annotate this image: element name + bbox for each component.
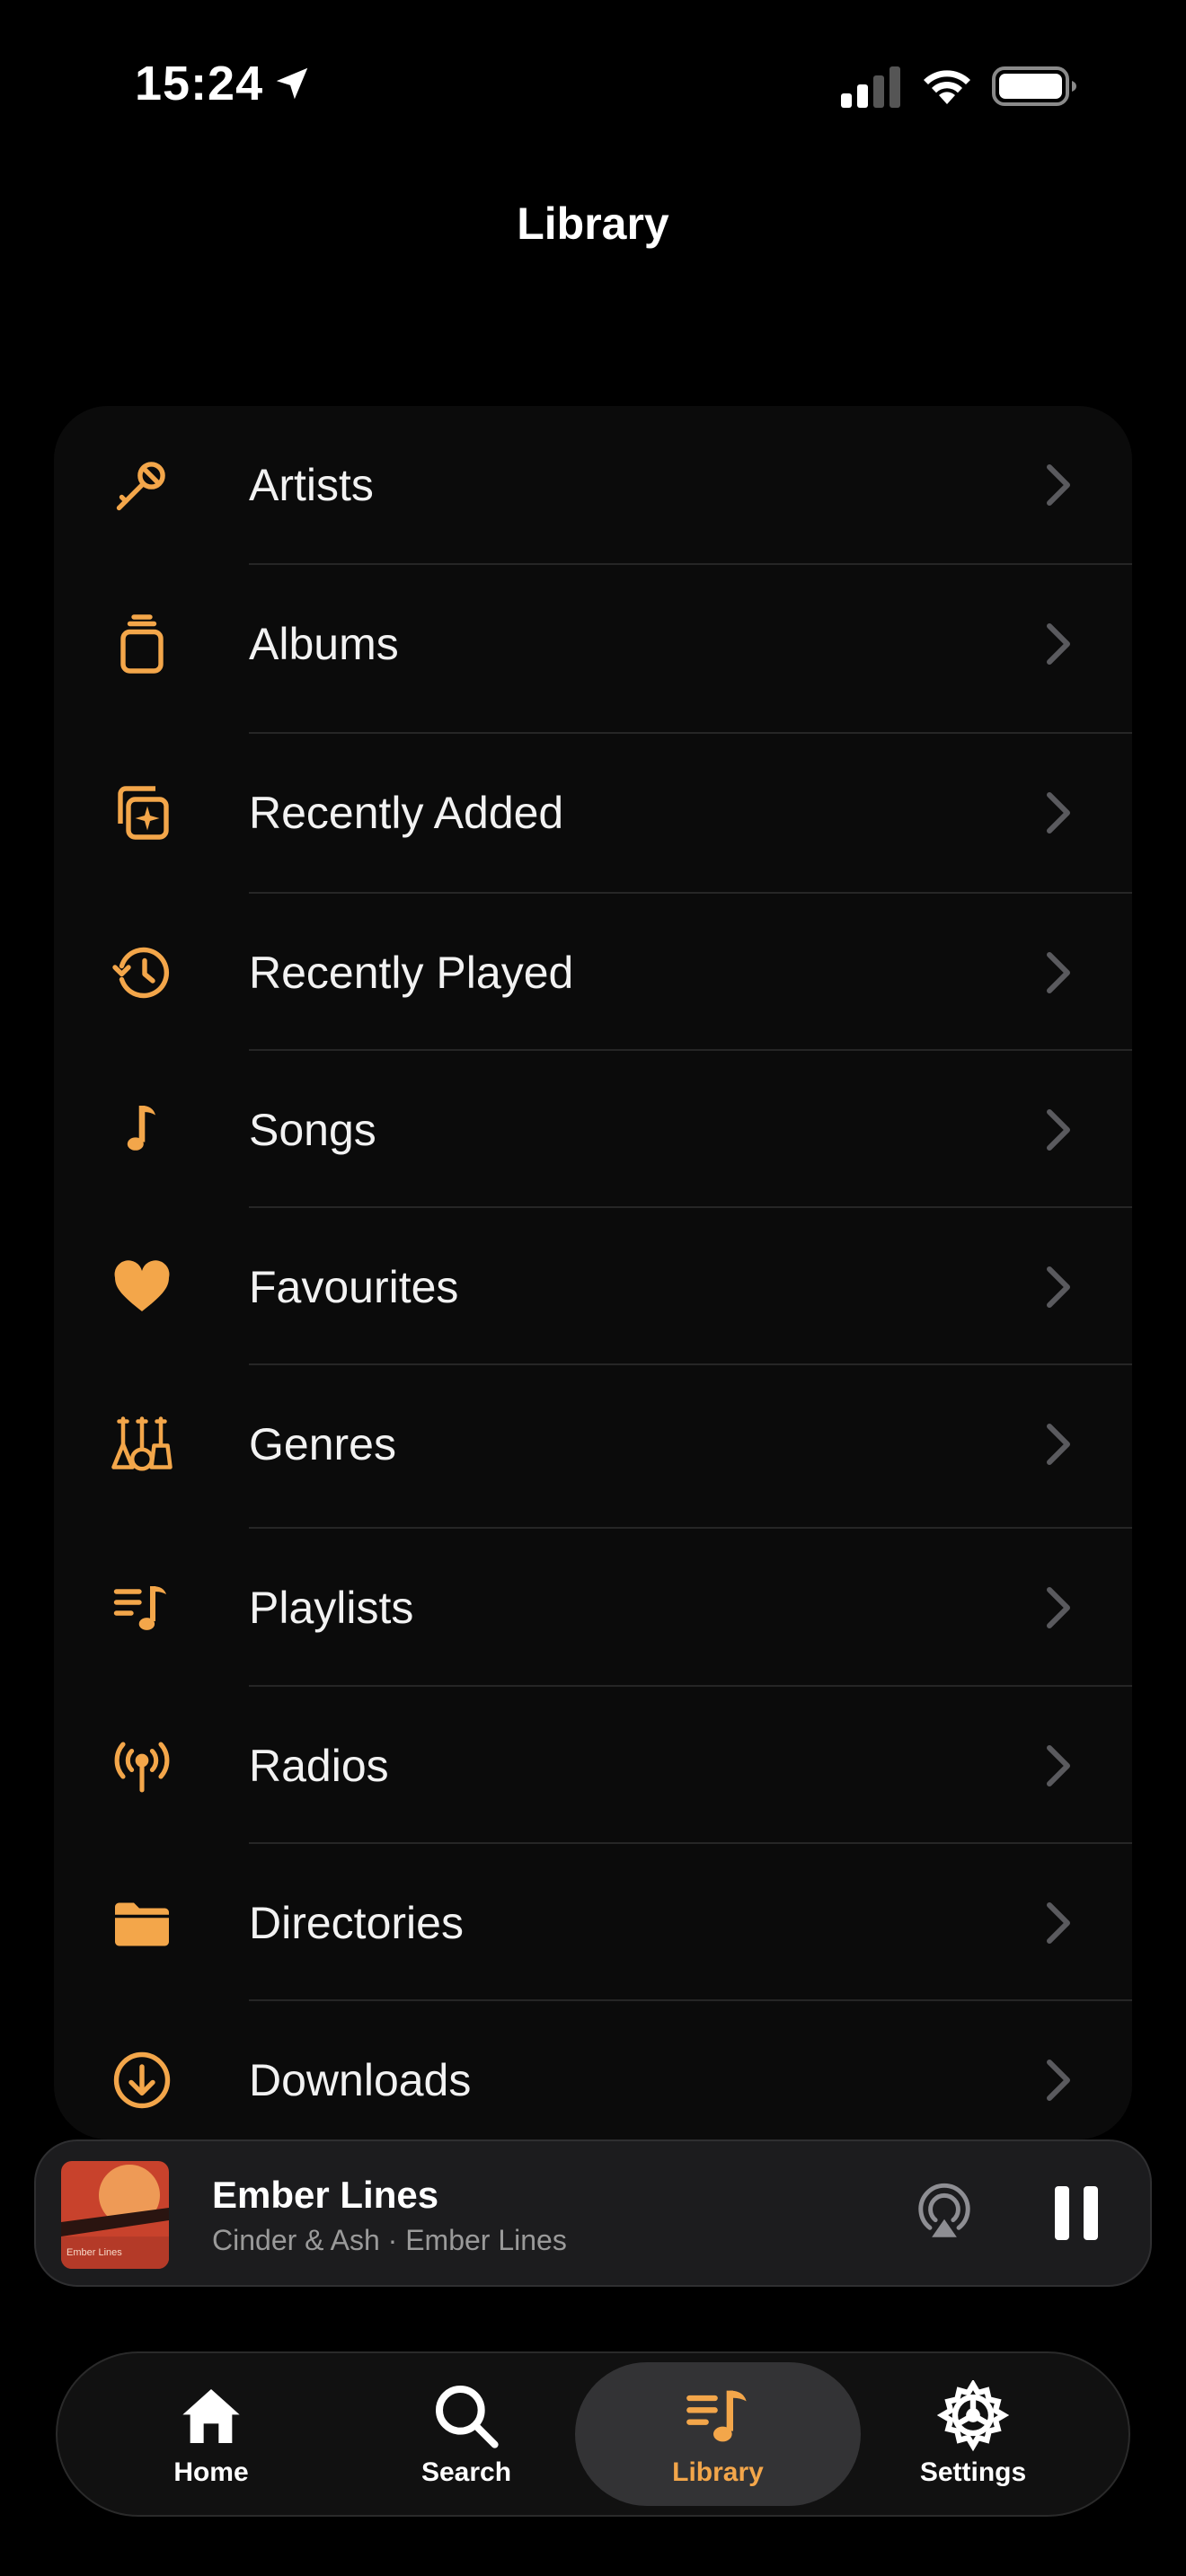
library-item-label: Radios [249, 1740, 389, 1791]
library-item-label: Songs [249, 1104, 376, 1155]
chevron-right-icon [1047, 463, 1070, 506]
tab-label: Library [672, 2457, 764, 2487]
tab-library[interactable]: Library [575, 2362, 861, 2506]
download-circle-icon [113, 2051, 171, 2108]
library-list: Artists Albums Recently Added Recently P… [54, 406, 1132, 2139]
guitars-icon [111, 1416, 173, 1471]
library-item-artists[interactable]: Artists [54, 406, 1132, 563]
library-item-songs[interactable]: Songs [54, 1051, 1132, 1208]
heart-icon [114, 1259, 170, 1311]
library-item-label: Artists [249, 459, 374, 510]
library-item-recently-added[interactable]: Recently Added [54, 734, 1132, 891]
library-item-downloads[interactable]: Downloads [54, 2001, 1132, 2139]
tab-home[interactable]: Home [68, 2362, 354, 2506]
recently-added-icon [118, 785, 169, 840]
library-item-label: Albums [249, 618, 399, 669]
chevron-right-icon [1047, 622, 1070, 665]
history-clock-icon [112, 947, 169, 998]
tab-label: Home [173, 2457, 249, 2487]
tab-settings[interactable]: Settings [830, 2362, 1116, 2506]
library-item-directories[interactable]: Directories [54, 1844, 1132, 2001]
search-icon [436, 2386, 499, 2448]
tab-label: Search [420, 2457, 512, 2487]
cellular-signal-icon [841, 66, 900, 108]
mini-player[interactable]: Ember Lines Ember Lines Cinder & Ash · E… [34, 2139, 1152, 2287]
library-item-recently-played[interactable]: Recently Played [54, 894, 1132, 1051]
airplay-icon[interactable] [911, 2179, 978, 2245]
chevron-right-icon [1047, 1266, 1070, 1308]
music-note-icon [127, 1105, 155, 1151]
wifi-icon [924, 70, 970, 104]
library-item-label: Directories [249, 1897, 464, 1948]
library-item-label: Favourites [249, 1261, 459, 1312]
library-item-favourites[interactable]: Favourites [54, 1208, 1132, 1365]
now-playing-subtitle: Cinder & Ash · Ember Lines [212, 2224, 567, 2256]
library-item-radios[interactable]: Radios [54, 1687, 1132, 1844]
chevron-right-icon [1047, 1901, 1070, 1944]
location-arrow-icon [276, 67, 308, 100]
chevron-right-icon [1047, 1108, 1070, 1151]
radio-antenna-icon [114, 1741, 170, 1793]
album-stack-icon [120, 613, 164, 674]
chevron-right-icon [1047, 1423, 1070, 1465]
tab-bar: Home Search Library Settings [56, 2351, 1130, 2517]
library-item-label: Recently Added [249, 787, 564, 838]
album-artwork: Ember Lines [61, 2161, 169, 2269]
playlist-icon [113, 1585, 166, 1630]
now-playing-title: Ember Lines [212, 2174, 439, 2216]
chevron-right-icon [1047, 791, 1070, 834]
library-item-albums[interactable]: Albums [54, 565, 1132, 722]
library-item-label: Genres [249, 1418, 396, 1469]
library-item-label: Downloads [249, 2054, 472, 2105]
battery-icon [992, 66, 1076, 106]
library-item-label: Recently Played [249, 947, 574, 998]
library-icon [686, 2390, 747, 2442]
chevron-right-icon [1047, 1586, 1070, 1628]
microphone-icon [116, 461, 165, 510]
pause-button[interactable] [1049, 2184, 1103, 2242]
chevron-right-icon [1047, 2059, 1070, 2101]
artwork-caption: Ember Lines [66, 2247, 122, 2258]
status-time: 15:24 [135, 57, 264, 110]
library-item-label: Playlists [249, 1582, 414, 1633]
chevron-right-icon [1047, 951, 1070, 993]
chevron-right-icon [1047, 1744, 1070, 1786]
tab-search[interactable]: Search [323, 2362, 609, 2506]
folder-icon [115, 1902, 169, 1945]
home-icon [182, 2389, 240, 2443]
library-item-genres[interactable]: Genres [54, 1365, 1132, 1522]
library-item-playlists[interactable]: Playlists [54, 1529, 1132, 1686]
settings-gear-icon [937, 2380, 1009, 2452]
tab-label: Settings [919, 2457, 1027, 2487]
page-title: Library [517, 198, 669, 249]
